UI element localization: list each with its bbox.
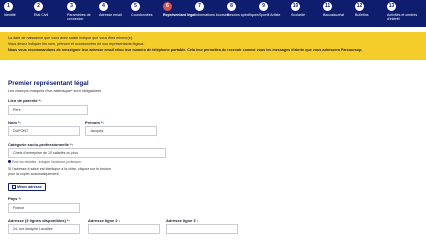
nom-input[interactable]: DUPONT	[8, 126, 80, 136]
progress-stepper: 1 Identité 2 Etat Civil 3 Paramètres de conne…	[0, 0, 426, 27]
step-number: 4	[99, 2, 108, 11]
categorie-label: Catégorie socio-professionnelle *:	[8, 142, 73, 147]
step-12[interactable]: 12 Bulletins	[355, 2, 389, 17]
step-9[interactable]: 9 Sportif Artiste	[259, 2, 293, 17]
step-number: 3	[67, 2, 76, 11]
step-label: Identité	[4, 13, 16, 17]
step-number: 1	[4, 2, 13, 11]
step-4[interactable]: 4 Adresse email	[99, 2, 133, 17]
step-label: Activités et centres d'intérêt	[387, 13, 418, 22]
pays-label: Pays *:	[8, 196, 22, 201]
step-number: 6	[163, 2, 172, 11]
step-label: Etat Civil	[34, 13, 49, 17]
step-number: 2	[34, 2, 43, 11]
step-label: Coordonnées	[131, 13, 153, 17]
step-number: 7	[195, 2, 204, 11]
step-13[interactable]: 13 Activités et centres d'intérêt	[387, 2, 421, 22]
step-6[interactable]: 6 Représentant légal	[163, 2, 197, 17]
address-line-3-input[interactable]	[166, 224, 238, 234]
nom-label: Nom *:	[8, 120, 21, 125]
address-line-2-label: Adresse ligne 2 :	[88, 218, 121, 223]
step-label: Sportif Artiste	[259, 13, 281, 17]
info-line-3: Nous vous recommandons de renseigner leu…	[8, 48, 363, 52]
step-number: 12	[355, 2, 364, 11]
step-number: 13	[387, 2, 396, 11]
step-number: 11	[323, 2, 332, 11]
minor-info-banner: La date de naissance que vous avez saisi…	[0, 32, 426, 60]
step-label: Scolarité	[291, 13, 305, 17]
categorie-hint: Pour les retraités : indiquer l'ancienne…	[8, 160, 82, 164]
step-label: Informations bourses	[195, 13, 229, 17]
info-icon	[8, 160, 11, 164]
required-fields-note: Les champs marqués d'un astérisque* sont…	[8, 89, 102, 93]
same-address-note: Si l'adresse à saisir est identique à la…	[8, 167, 111, 177]
step-label: Besoins spécifiques	[227, 13, 259, 17]
step-11[interactable]: 11 Baccalauréat	[323, 2, 357, 17]
pays-select[interactable]: France	[8, 203, 80, 213]
step-number: 5	[131, 2, 140, 11]
lien-label: Lien de parenté *:	[8, 98, 42, 103]
same-address-button[interactable]: Même adresse	[8, 183, 46, 191]
step-label: Bulletins	[355, 13, 369, 17]
prenom-label: Prénom *:	[85, 120, 104, 125]
step-number: 8	[227, 2, 236, 11]
step-3[interactable]: 3 Paramètres de connexion	[67, 2, 101, 22]
address-line-1-label: Adresse (3 lignes disponibles) *:	[8, 218, 70, 223]
lien-select[interactable]: Père	[8, 105, 88, 115]
step-label: Paramètres de connexion	[67, 13, 91, 22]
address-line-3-label: Adresse ligne 3 :	[166, 218, 199, 223]
same-address-button-label: Même adresse	[17, 185, 42, 189]
address-line-1-input[interactable]: 24, rue Adolphe Lavallée	[8, 224, 80, 234]
step-number: 10	[291, 2, 300, 11]
step-label: Représentant légal	[163, 13, 196, 17]
page-title: Premier représentant légal	[8, 80, 89, 87]
step-number: 9	[259, 2, 268, 11]
step-label: Baccalauréat	[323, 13, 344, 17]
step-10[interactable]: 10 Scolarité	[291, 2, 325, 17]
step-1[interactable]: 1 Identité	[4, 2, 38, 17]
prenom-input[interactable]: Jacques	[85, 126, 157, 136]
same-address-note-line-2: pour la copier automatiquement :	[8, 172, 61, 176]
step-2[interactable]: 2 Etat Civil	[34, 2, 68, 17]
step-8[interactable]: 8 Besoins spécifiques	[227, 2, 261, 17]
copy-icon	[12, 184, 16, 189]
address-line-2-input[interactable]	[88, 224, 160, 234]
categorie-hint-text: Pour les retraités : indiquer l'ancienne…	[12, 160, 82, 164]
step-5[interactable]: 5 Coordonnées	[131, 2, 165, 17]
categorie-select[interactable]: Chefs d'entreprise de 10 salariés ou plu…	[8, 148, 166, 158]
step-label: Adresse email	[99, 13, 122, 17]
step-7[interactable]: 7 Informations bourses	[195, 2, 229, 17]
